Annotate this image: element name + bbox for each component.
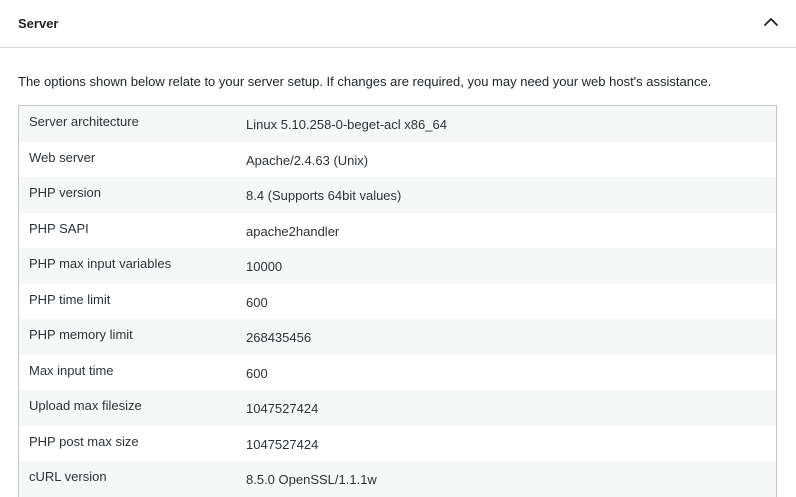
section-title: Server [18, 16, 59, 31]
accordion-header-server[interactable]: Server [0, 0, 796, 48]
row-label: Max input time [29, 362, 114, 378]
row-label: PHP max input variables [29, 256, 172, 272]
server-info-table: Server architecture Linux 5.10.258-0-beg… [18, 105, 777, 497]
row-label: Web server [29, 149, 96, 165]
row-value: 8.4 (Supports 64bit values) [246, 188, 402, 204]
table-row: Upload max filesize 1047527424 [19, 390, 776, 426]
row-label: PHP memory limit [29, 327, 133, 343]
table-row: cURL version 8.5.0 OpenSSL/1.1.1w [19, 461, 776, 497]
row-value: Linux 5.10.258-0-beget-acl x86_64 [246, 117, 447, 133]
row-label: PHP post max size [29, 433, 139, 449]
table-row: PHP SAPI apache2handler [19, 212, 776, 248]
row-value: 600 [246, 294, 268, 310]
row-label: Server architecture [29, 114, 139, 130]
row-value: 600 [246, 365, 268, 381]
table-row: PHP time limit 600 [19, 283, 776, 319]
table-row: PHP version 8.4 (Supports 64bit values) [19, 177, 776, 213]
row-label: PHP version [29, 185, 102, 201]
row-value: 1047527424 [246, 436, 319, 452]
row-value: 8.5.0 OpenSSL/1.1.1w [246, 472, 377, 488]
table-row: PHP max input variables 10000 [19, 248, 776, 284]
row-value: 1047527424 [246, 401, 319, 417]
table-row: PHP post max size 1047527424 [19, 425, 776, 461]
row-value: apache2handler [246, 223, 340, 239]
row-label: cURL version [29, 469, 107, 485]
table-row: Max input time 600 [19, 354, 776, 390]
row-label: PHP time limit [29, 291, 111, 307]
table-row: Server architecture Linux 5.10.258-0-beg… [19, 106, 776, 142]
row-label: PHP SAPI [29, 220, 89, 236]
chevron-up-icon[interactable] [762, 13, 780, 31]
row-value: Apache/2.4.63 (Unix) [246, 152, 369, 168]
table-row: PHP memory limit 268435456 [19, 319, 776, 355]
row-value: 268435456 [246, 330, 312, 346]
table-row: Web server Apache/2.4.63 (Unix) [19, 141, 776, 177]
row-value: 10000 [246, 259, 283, 275]
section-description: The options shown below relate to your s… [18, 74, 712, 89]
row-label: Upload max filesize [29, 398, 142, 414]
